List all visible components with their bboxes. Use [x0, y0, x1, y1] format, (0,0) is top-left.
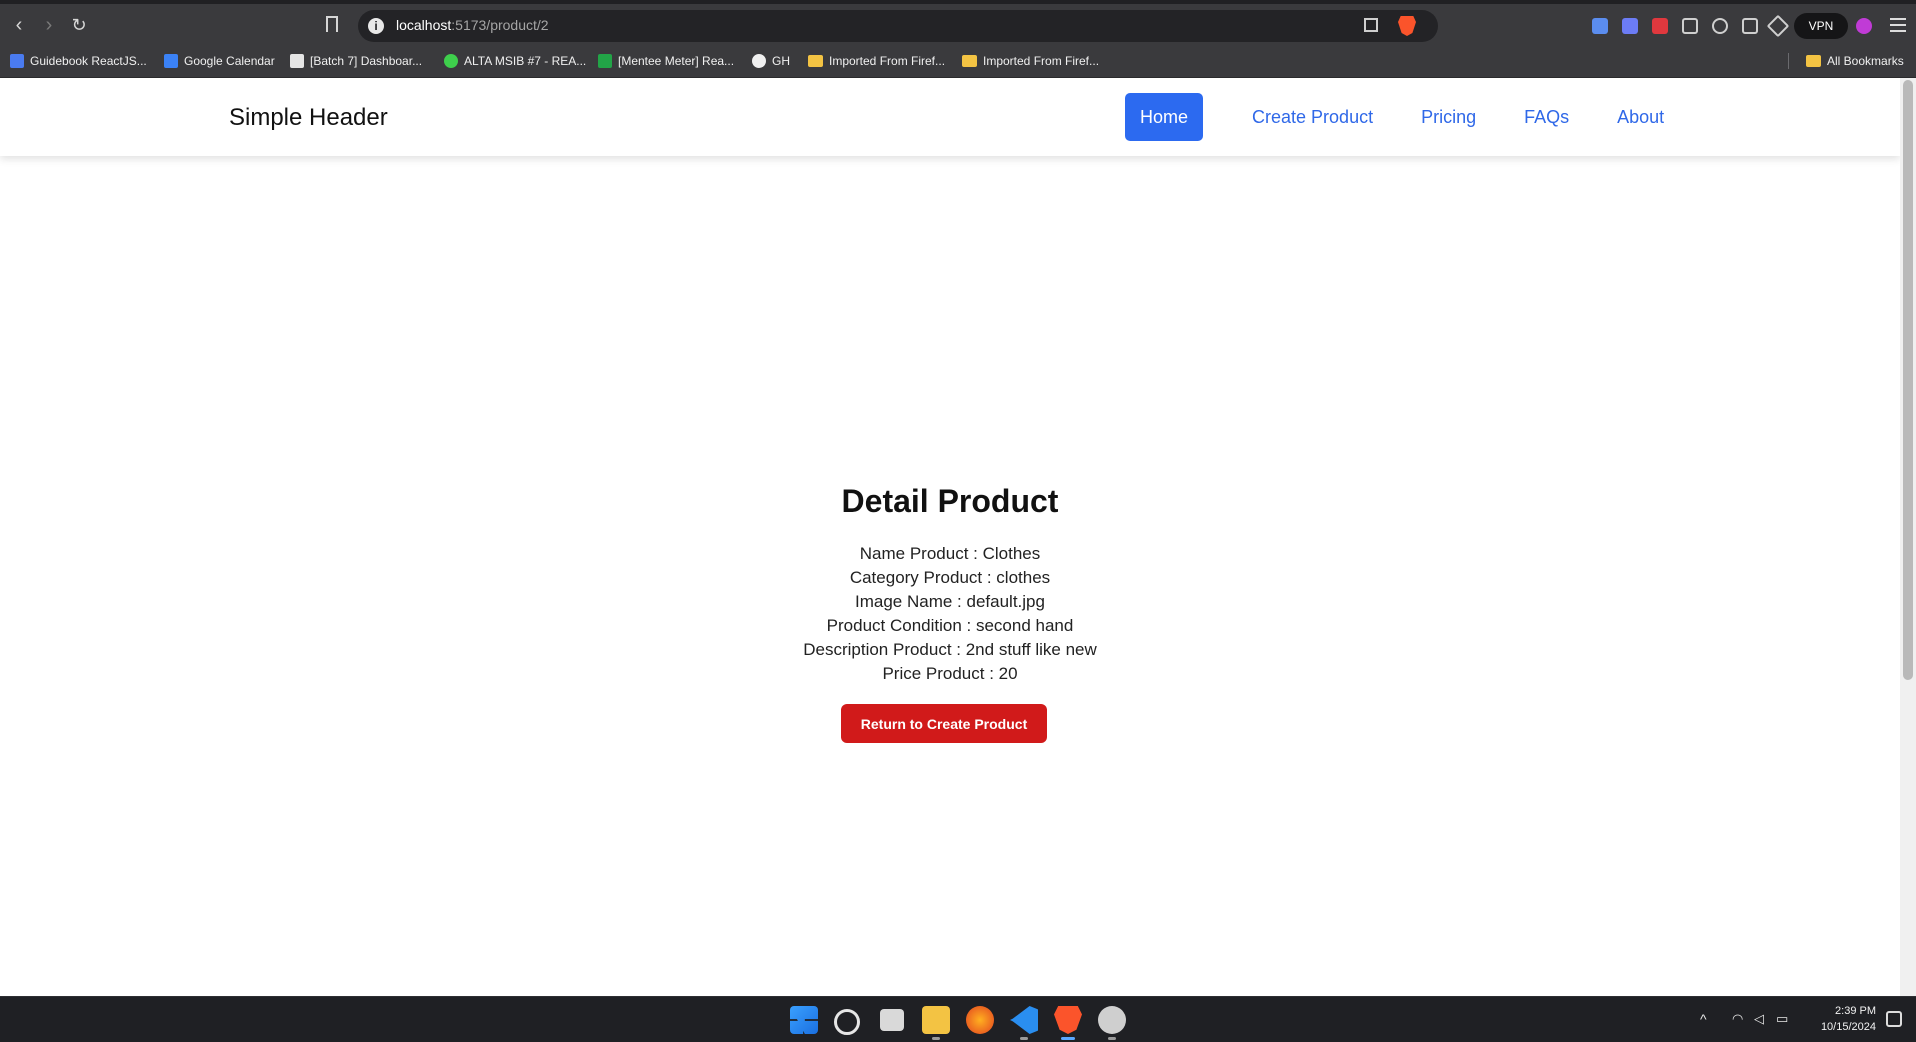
- docs-icon: [10, 54, 24, 68]
- task-view-icon[interactable]: [880, 1009, 904, 1031]
- main-nav: Home Create Product Pricing FAQs About: [1125, 93, 1697, 141]
- page-title: Detail Product: [841, 483, 1059, 519]
- clock-date: 10/15/2024: [1820, 1021, 1876, 1033]
- running-indicator: [1020, 1037, 1028, 1040]
- bookmark-label: Imported From Firef...: [983, 54, 1100, 68]
- bookmark-label: ALTA MSIB #7 - REA...: [464, 54, 587, 68]
- bookmark-label: All Bookmarks: [1827, 54, 1904, 68]
- url-host: localhost: [396, 17, 452, 33]
- running-indicator: [932, 1037, 940, 1040]
- bookmark-label: [Batch 7] Dashboar...: [310, 54, 423, 68]
- nav-pricing[interactable]: Pricing: [1406, 93, 1491, 141]
- leo-ai-icon[interactable]: [1766, 14, 1790, 38]
- vscode-icon[interactable]: [1010, 1006, 1038, 1034]
- nav-create-product[interactable]: Create Product: [1237, 93, 1388, 141]
- detail-name: Name Product : Clothes: [859, 544, 1041, 563]
- bookmark-label: Imported From Firef...: [829, 54, 946, 68]
- nav-about[interactable]: About: [1602, 93, 1679, 141]
- site-brand[interactable]: Simple Header: [229, 104, 388, 132]
- url-path: :5173/product/2: [451, 17, 549, 33]
- notification-icon[interactable]: [1886, 1011, 1902, 1027]
- firefox-icon[interactable]: [966, 1006, 994, 1034]
- vpn-button[interactable]: VPN: [1794, 13, 1848, 39]
- windows-start-icon[interactable]: [790, 1006, 818, 1034]
- notion-icon: [290, 54, 304, 68]
- extensions-puzzle-icon[interactable]: [1682, 18, 1698, 34]
- sidebar-icon[interactable]: [1742, 18, 1758, 34]
- bookmark-item[interactable]: Google Calendar: [164, 53, 275, 69]
- brave-icon[interactable]: [1054, 1006, 1082, 1034]
- github-icon: [752, 54, 766, 68]
- calendar-icon: [164, 54, 178, 68]
- page-viewport: Simple Header Home Create Product Pricin…: [0, 78, 1900, 996]
- extension-icon-3[interactable]: [1652, 18, 1668, 34]
- bookmark-folder[interactable]: Imported From Firef...: [808, 53, 945, 69]
- app-icon[interactable]: [1098, 1006, 1126, 1034]
- taskbar: ^ ◠ ◁ ▭ 2:39 PM 10/15/2024: [0, 996, 1916, 1042]
- detail-price: Price Product : 20: [882, 664, 1018, 683]
- search-icon[interactable]: [834, 1009, 860, 1035]
- bookmark-label: Guidebook ReactJS...: [30, 54, 147, 68]
- return-to-create-product-button[interactable]: Return to Create Product: [841, 704, 1047, 743]
- menu-icon[interactable]: [1890, 18, 1906, 32]
- wifi-icon[interactable]: ◠: [1732, 1011, 1743, 1027]
- detail-category: Category Product : clothes: [849, 568, 1051, 587]
- clock-time: 2:39 PM: [1835, 1005, 1876, 1017]
- url-text[interactable]: localhost:5173/product/2: [396, 17, 549, 33]
- detail-description: Description Product : 2nd stuff like new: [803, 640, 1097, 659]
- running-indicator: [1108, 1037, 1116, 1040]
- media-icon[interactable]: [1712, 18, 1728, 34]
- page-scrollbar[interactable]: [1900, 78, 1916, 996]
- site-header: Simple Header Home Create Product Pricin…: [0, 78, 1900, 156]
- sheets-icon: [598, 54, 612, 68]
- bookmark-icon[interactable]: [326, 16, 338, 32]
- volume-icon[interactable]: ◁: [1754, 1011, 1764, 1027]
- extension-icon-1[interactable]: [1592, 18, 1608, 34]
- bookmark-separator: [1788, 53, 1789, 69]
- scroll-thumb[interactable]: [1903, 80, 1913, 680]
- address-bar[interactable]: i localhost:5173/product/2: [358, 10, 1438, 42]
- folder-icon: [962, 55, 977, 67]
- asterisk-icon: [444, 54, 458, 68]
- bookmark-item[interactable]: Guidebook ReactJS...: [10, 53, 147, 69]
- battery-icon[interactable]: ▭: [1776, 1011, 1788, 1027]
- bookmarks-bar: Guidebook ReactJS... Google Calendar [Ba…: [0, 44, 1916, 78]
- back-icon[interactable]: ‹: [8, 14, 30, 36]
- folder-icon: [808, 55, 823, 67]
- bookmark-label: GH: [772, 54, 790, 68]
- profile-avatar[interactable]: [1856, 18, 1872, 34]
- nav-faqs[interactable]: FAQs: [1509, 93, 1584, 141]
- all-bookmarks-folder[interactable]: All Bookmarks: [1806, 53, 1904, 69]
- nav-home[interactable]: Home: [1125, 93, 1204, 141]
- extension-icon-2[interactable]: [1622, 18, 1638, 34]
- browser-toolbar: ‹ › ↻ i localhost:5173/product/2 VPN: [0, 0, 1916, 44]
- detail-list: Name Product : Clothes Category Product …: [0, 542, 1900, 686]
- bookmark-item[interactable]: ALTA MSIB #7 - REA...: [444, 53, 586, 69]
- detail-condition: Product Condition : second hand: [826, 616, 1074, 635]
- folder-icon: [1806, 55, 1821, 67]
- bookmark-label: Google Calendar: [184, 54, 275, 68]
- tray-chevron-icon[interactable]: ^: [1700, 1011, 1707, 1027]
- system-clock[interactable]: 2:39 PM 10/15/2024: [1812, 1003, 1876, 1035]
- bookmark-item[interactable]: [Batch 7] Dashboar...: [290, 53, 422, 69]
- vpn-label: VPN: [1808, 19, 1834, 33]
- reload-icon[interactable]: ↻: [68, 14, 90, 36]
- share-icon[interactable]: [1364, 18, 1378, 32]
- bookmark-item[interactable]: [Mentee Meter] Rea...: [598, 53, 734, 69]
- bookmark-item[interactable]: GH: [752, 53, 790, 69]
- active-indicator: [1061, 1037, 1075, 1040]
- file-explorer-icon[interactable]: [922, 1006, 950, 1034]
- site-info-icon[interactable]: i: [368, 18, 384, 34]
- bookmark-folder[interactable]: Imported From Firef...: [962, 53, 1099, 69]
- bookmark-label: [Mentee Meter] Rea...: [618, 54, 735, 68]
- forward-icon[interactable]: ›: [38, 14, 60, 36]
- detail-image-name: Image Name : default.jpg: [855, 592, 1045, 611]
